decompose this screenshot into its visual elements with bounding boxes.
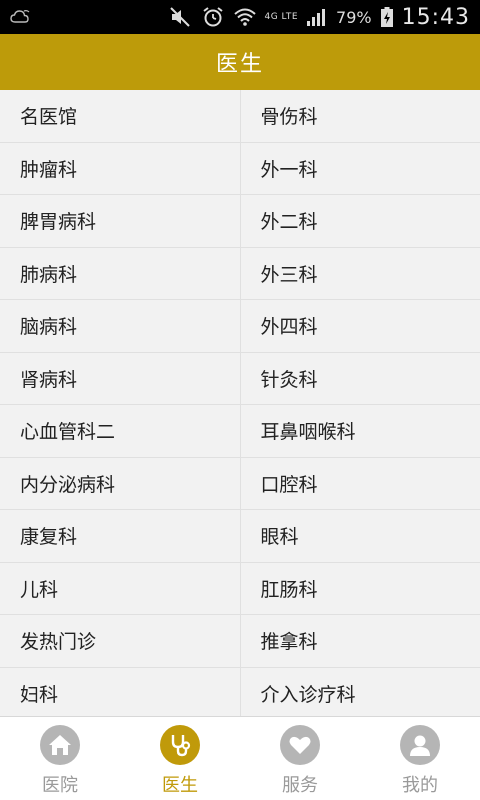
- status-clock: 15:43: [401, 4, 470, 30]
- department-item[interactable]: 介入诊疗科: [241, 668, 480, 717]
- department-item[interactable]: 脾胃病科: [0, 195, 241, 247]
- tab-label: 医生: [162, 775, 198, 796]
- mute-icon: [169, 5, 193, 29]
- department-item[interactable]: 心血管科二: [0, 405, 241, 457]
- department-item[interactable]: 康复科: [0, 510, 241, 562]
- department-item[interactable]: 口腔科: [241, 458, 480, 510]
- status-bar: 4G LTE 79% 15:43: [0, 0, 480, 34]
- department-item[interactable]: 推拿科: [241, 615, 480, 667]
- department-item[interactable]: 外二科: [241, 195, 480, 247]
- department-grid: 名医馆 骨伤科 肿瘤科 外一科 脾胃病科 外二科 肺病科 外三科 脑病科 外四科 肾病科 针灸科 心血管…: [0, 90, 480, 716]
- department-item[interactable]: 耳鼻咽喉科: [241, 405, 480, 457]
- battery-charging-icon: [380, 5, 394, 29]
- department-row: 康复科 眼科: [0, 510, 480, 563]
- department-row: 肾病科 针灸科: [0, 352, 480, 405]
- wifi-icon: [233, 5, 257, 29]
- department-row: 脑病科 外四科: [0, 300, 480, 353]
- heart-icon: [280, 725, 320, 765]
- department-row: 心血管科二 耳鼻咽喉科: [0, 405, 480, 458]
- department-item[interactable]: 肺病科: [0, 247, 241, 299]
- tab-hospital[interactable]: 医院: [0, 717, 120, 800]
- department-item[interactable]: 骨伤科: [241, 90, 480, 142]
- department-item[interactable]: 肿瘤科: [0, 142, 241, 194]
- tab-doctor[interactable]: 医生: [120, 717, 240, 800]
- tab-service[interactable]: 服务: [240, 717, 360, 800]
- tab-label: 医院: [42, 775, 78, 796]
- alarm-icon: [201, 5, 225, 29]
- stethoscope-icon: [160, 725, 200, 765]
- department-item[interactable]: 脑病科: [0, 300, 241, 352]
- department-item[interactable]: 外四科: [241, 300, 480, 352]
- weather-cloud-icon: [10, 5, 32, 29]
- department-item[interactable]: 肾病科: [0, 352, 241, 404]
- person-icon: [400, 725, 440, 765]
- tab-mine[interactable]: 我的: [360, 717, 480, 800]
- department-row: 肿瘤科 外一科: [0, 142, 480, 195]
- battery-percentage: 79%: [336, 7, 372, 27]
- tab-label: 我的: [402, 775, 438, 796]
- department-row: 内分泌病科 口腔科: [0, 457, 480, 510]
- department-row: 脾胃病科 外二科: [0, 195, 480, 248]
- bottom-tab-bar: 医院 医生 服务 我的: [0, 716, 480, 800]
- department-item[interactable]: 外一科: [241, 143, 480, 195]
- page-title: 医生: [215, 52, 264, 77]
- department-item[interactable]: 外三科: [241, 248, 480, 300]
- department-item[interactable]: 内分泌病科: [0, 457, 241, 509]
- department-item[interactable]: 妇科: [0, 667, 241, 716]
- header-bar: 医生: [0, 34, 480, 90]
- department-row: 名医馆 骨伤科: [0, 90, 480, 143]
- department-item[interactable]: 针灸科: [241, 353, 480, 405]
- department-item[interactable]: 名医馆: [0, 90, 241, 142]
- department-row: 肺病科 外三科: [0, 247, 480, 300]
- department-item[interactable]: 发热门诊: [0, 615, 241, 667]
- department-item[interactable]: 眼科: [241, 510, 480, 562]
- home-icon: [40, 725, 80, 765]
- tab-label: 服务: [282, 775, 318, 796]
- network-type: 4G LTE: [264, 12, 299, 22]
- department-item[interactable]: 儿科: [0, 562, 241, 614]
- department-row: 儿科 肛肠科: [0, 562, 480, 615]
- department-item[interactable]: 肛肠科: [241, 563, 480, 615]
- signal-icon: [306, 5, 328, 29]
- department-row: 发热门诊 推拿科: [0, 615, 480, 668]
- department-row: 妇科 介入诊疗科: [0, 667, 480, 717]
